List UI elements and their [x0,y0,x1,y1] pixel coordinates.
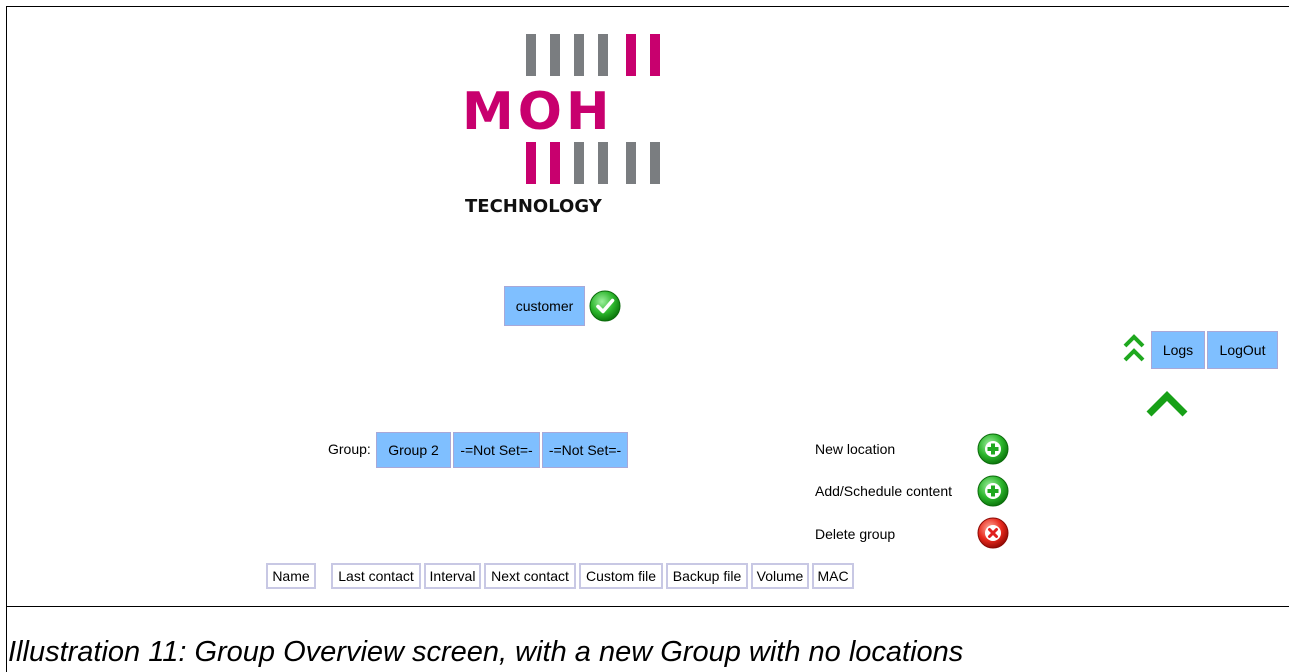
logs-button[interactable]: Logs [1151,331,1205,369]
delete-group-x-icon[interactable] [977,517,1009,549]
new-location-label[interactable]: New location [815,441,895,457]
group-label: Group: [328,441,371,457]
double-chevron-up-icon[interactable] [1123,334,1145,364]
illustration-caption: Illustration 11: Group Overview screen, … [8,636,964,668]
subgroup-selector-2[interactable]: -=Not Set=- [542,432,628,468]
column-header-last-contact[interactable]: Last contact [331,563,421,589]
column-header-volume[interactable]: Volume [751,563,809,589]
column-header-next-contact[interactable]: Next contact [484,563,576,589]
caption-separator [6,606,1289,607]
company-logo: MOH TECHNOLOGY [460,30,680,225]
logo-tagline: TECHNOLOGY [465,196,602,217]
subgroup-selector-1[interactable]: -=Not Set=- [453,432,540,468]
logout-button[interactable]: LogOut [1207,331,1278,369]
chevron-up-icon[interactable] [1145,390,1189,418]
add-content-plus-icon[interactable] [977,475,1009,507]
column-header-name[interactable]: Name [266,563,316,589]
group-selector[interactable]: Group 2 [376,432,451,468]
new-location-plus-icon[interactable] [977,433,1009,465]
logo-wordmark: MOH [462,82,614,142]
column-header-mac[interactable]: MAC [812,563,854,589]
frame-top-border [6,6,1289,7]
add-schedule-content-label[interactable]: Add/Schedule content [815,483,952,499]
check-circle-icon[interactable] [589,290,621,322]
column-header-custom-file[interactable]: Custom file [579,563,663,589]
delete-group-label[interactable]: Delete group [815,526,895,542]
column-header-backup-file[interactable]: Backup file [666,563,748,589]
frame-left-border [6,6,7,672]
customer-button[interactable]: customer [504,286,585,326]
column-header-interval[interactable]: Interval [424,563,481,589]
